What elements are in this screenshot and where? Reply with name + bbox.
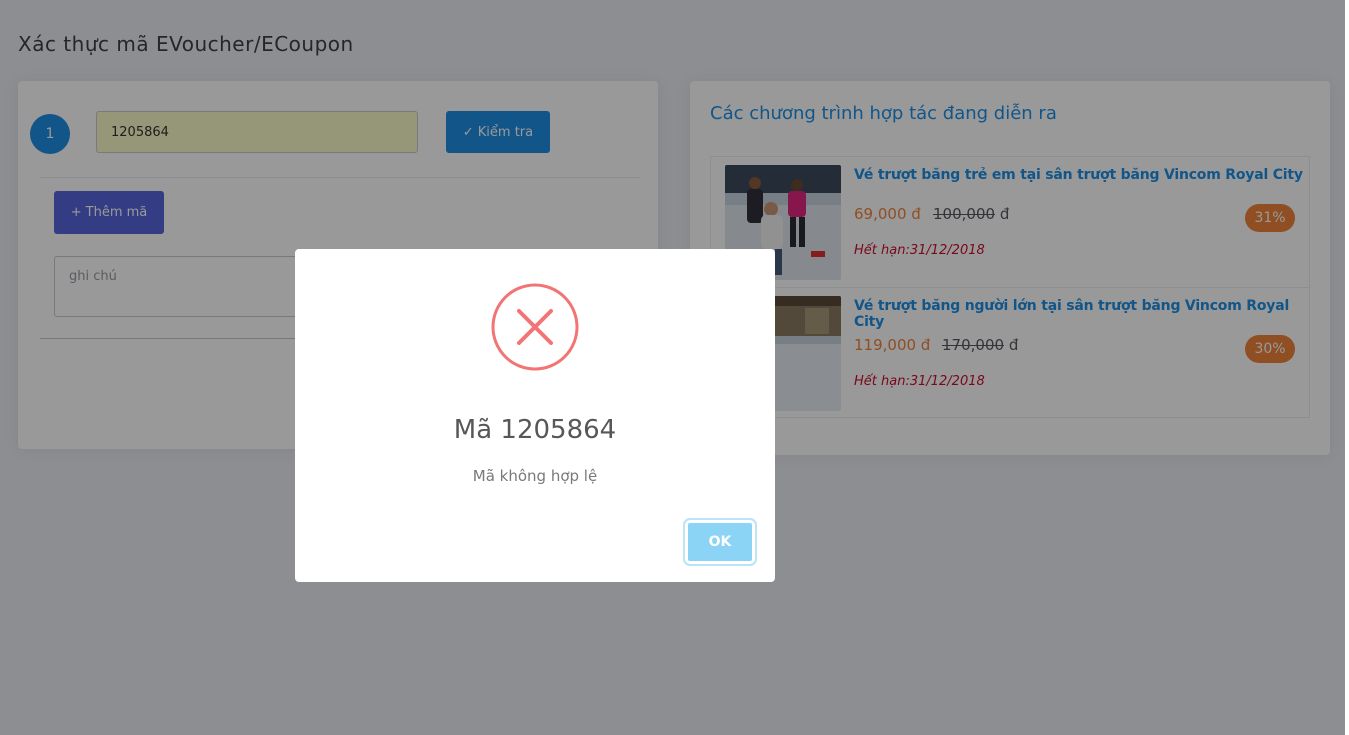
ok-button[interactable]: OK bbox=[685, 520, 755, 564]
error-dialog: Mã 1205864 Mã không hợp lệ OK bbox=[295, 249, 775, 582]
dialog-message: Mã không hợp lệ bbox=[472, 467, 598, 485]
error-x-icon bbox=[491, 283, 579, 371]
window-edge bbox=[1345, 0, 1349, 735]
dialog-title: Mã 1205864 bbox=[453, 415, 617, 445]
